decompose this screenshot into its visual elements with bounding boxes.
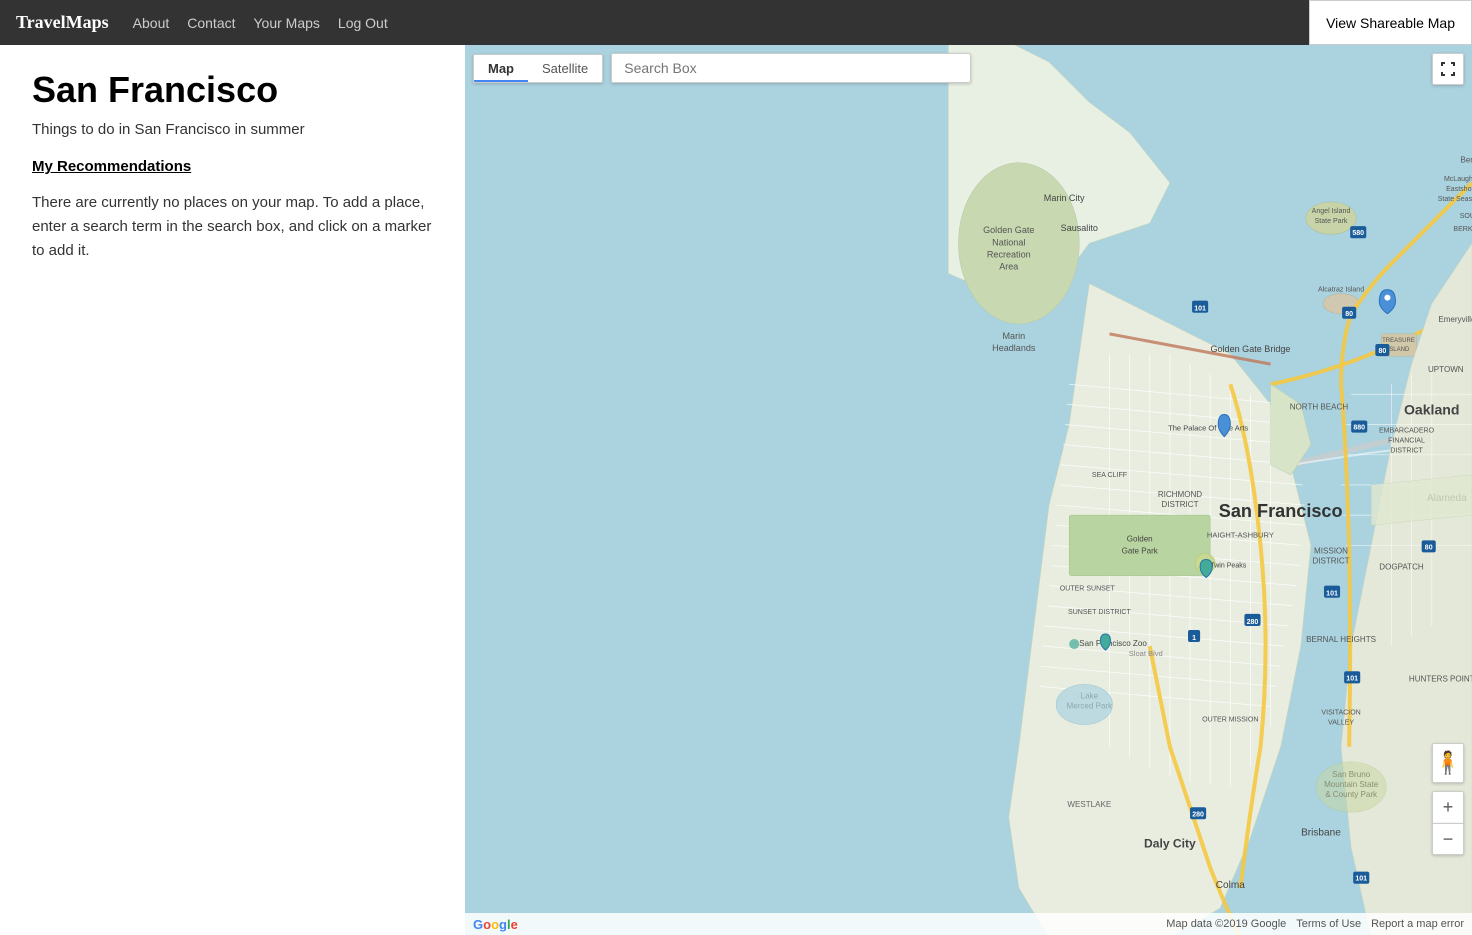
svg-text:RICHMOND: RICHMOND xyxy=(1158,490,1202,499)
svg-text:TREASURE: TREASURE xyxy=(1382,338,1415,344)
report-link[interactable]: Report a map error xyxy=(1371,918,1464,930)
map-title: San Francisco xyxy=(32,69,433,111)
street-view-button[interactable]: 🧍 xyxy=(1432,743,1464,783)
svg-text:DISTRICT: DISTRICT xyxy=(1312,557,1349,566)
map-subtitle: Things to do in San Francisco in summer xyxy=(32,121,433,138)
map-attribution: Map data ©2019 Google xyxy=(1166,918,1286,930)
nav-links: About Contact Your Maps Log Out xyxy=(133,15,388,31)
svg-text:1: 1 xyxy=(1192,635,1196,642)
svg-text:280: 280 xyxy=(1247,619,1259,626)
svg-text:Emeryville: Emeryville xyxy=(1438,315,1472,324)
svg-text:80: 80 xyxy=(1345,311,1353,318)
svg-text:Brisbane: Brisbane xyxy=(1301,827,1341,838)
empty-message: There are currently no places on your ma… xyxy=(32,191,433,263)
svg-text:OUTER MISSION: OUTER MISSION xyxy=(1202,717,1258,724)
svg-text:Eastshore: Eastshore xyxy=(1446,186,1472,193)
svg-text:OUTER SUNSET: OUTER SUNSET xyxy=(1060,586,1116,593)
svg-text:Sausalito: Sausalito xyxy=(1061,223,1098,233)
svg-text:Recreation: Recreation xyxy=(987,249,1031,259)
brand-logo: TravelMaps xyxy=(16,12,109,33)
footer-links: Map data ©2019 Google Terms of Use Repor… xyxy=(1166,918,1464,930)
svg-text:The Palace Of Fine Arts: The Palace Of Fine Arts xyxy=(1168,424,1248,433)
svg-text:280: 280 xyxy=(1192,811,1204,818)
logout-link[interactable]: Log Out xyxy=(338,15,388,31)
navbar: TravelMaps About Contact Your Maps Log O… xyxy=(0,0,1472,45)
svg-text:MISSION: MISSION xyxy=(1314,546,1348,555)
zoom-out-button[interactable]: − xyxy=(1432,823,1464,855)
svg-text:Marin City: Marin City xyxy=(1044,193,1085,203)
svg-text:State Seashore: State Seashore xyxy=(1438,196,1472,203)
svg-text:HUNTERS POINT: HUNTERS POINT xyxy=(1409,674,1472,683)
fullscreen-button[interactable] xyxy=(1432,53,1464,85)
svg-text:Oakland: Oakland xyxy=(1404,401,1460,417)
svg-text:WESTLAKE: WESTLAKE xyxy=(1067,800,1111,809)
map-type-buttons: Map Satellite xyxy=(473,54,603,83)
svg-text:McLaughlin: McLaughlin xyxy=(1444,176,1472,183)
map-container[interactable]: Golden Gate National Recreation Area xyxy=(465,45,1472,935)
svg-text:SOUTH: SOUTH xyxy=(1460,213,1472,220)
svg-text:101: 101 xyxy=(1355,876,1367,883)
svg-text:Marin: Marin xyxy=(1003,331,1026,341)
svg-text:UPTOWN: UPTOWN xyxy=(1428,365,1464,374)
svg-text:101: 101 xyxy=(1194,306,1206,313)
svg-text:SUNSET DISTRICT: SUNSET DISTRICT xyxy=(1068,609,1131,616)
svg-text:NORTH BEACH: NORTH BEACH xyxy=(1290,402,1349,411)
svg-text:VISITACION: VISITACION xyxy=(1321,710,1360,717)
svg-text:SEA CLIFF: SEA CLIFF xyxy=(1092,472,1128,479)
svg-text:DISTRICT: DISTRICT xyxy=(1161,500,1198,509)
map-button[interactable]: Map xyxy=(474,55,528,82)
satellite-button[interactable]: Satellite xyxy=(528,55,602,82)
svg-text:Golden Gate: Golden Gate xyxy=(983,225,1034,235)
svg-text:Area: Area xyxy=(999,261,1019,271)
your-maps-link[interactable]: Your Maps xyxy=(254,15,320,31)
svg-text:BERKELEY: BERKELEY xyxy=(1453,226,1472,233)
svg-text:BERNAL HEIGHTS: BERNAL HEIGHTS xyxy=(1306,635,1376,644)
svg-text:Angel Island: Angel Island xyxy=(1312,208,1351,215)
map-toolbar: Map Satellite xyxy=(465,45,1472,91)
svg-text:Daly City: Daly City xyxy=(1144,836,1196,850)
svg-text:880: 880 xyxy=(1353,425,1365,432)
zoom-controls: + − xyxy=(1432,791,1464,855)
zoom-in-button[interactable]: + xyxy=(1432,791,1464,823)
svg-text:HAIGHT-ASHBURY: HAIGHT-ASHBURY xyxy=(1207,530,1274,539)
recommendations-heading[interactable]: My Recommendations xyxy=(32,158,433,175)
svg-text:101: 101 xyxy=(1346,675,1358,682)
google-logo: Google xyxy=(473,917,518,932)
svg-text:Golden: Golden xyxy=(1127,534,1153,543)
svg-text:State Park: State Park xyxy=(1315,218,1348,225)
svg-text:80: 80 xyxy=(1378,348,1386,355)
svg-text:Headlands: Headlands xyxy=(992,343,1036,353)
terms-link[interactable]: Terms of Use xyxy=(1296,918,1361,930)
svg-text:San Francisco Zoo: San Francisco Zoo xyxy=(1079,639,1147,648)
svg-text:DISTRICT: DISTRICT xyxy=(1390,448,1423,455)
search-input[interactable] xyxy=(611,53,971,83)
share-button[interactable]: View Shareable Map xyxy=(1309,0,1472,45)
contact-link[interactable]: Contact xyxy=(187,15,235,31)
svg-text:Berk...: Berk... xyxy=(1460,156,1472,165)
main-layout: San Francisco Things to do in San Franci… xyxy=(0,45,1472,935)
svg-text:EMBARCADERO: EMBARCADERO xyxy=(1379,428,1435,435)
svg-text:DOGPATCH: DOGPATCH xyxy=(1379,563,1424,572)
svg-text:580: 580 xyxy=(1352,230,1364,237)
svg-text:Golden Gate Bridge: Golden Gate Bridge xyxy=(1210,344,1290,354)
svg-text:San Francisco: San Francisco xyxy=(1219,501,1343,521)
svg-text:ISLAND: ISLAND xyxy=(1388,347,1410,353)
svg-text:Sloat Blvd: Sloat Blvd xyxy=(1129,649,1163,658)
about-link[interactable]: About xyxy=(133,15,170,31)
svg-text:101: 101 xyxy=(1326,591,1338,598)
svg-text:Twin Peaks: Twin Peaks xyxy=(1210,563,1246,570)
map-background: Golden Gate National Recreation Area xyxy=(465,45,1472,935)
left-panel: San Francisco Things to do in San Franci… xyxy=(0,45,465,935)
svg-text:FINANCIAL: FINANCIAL xyxy=(1388,438,1425,445)
svg-text:VALLEY: VALLEY xyxy=(1328,720,1354,727)
map-footer: Google Map data ©2019 Google Terms of Us… xyxy=(465,913,1472,935)
svg-text:Alcatraz Island: Alcatraz Island xyxy=(1318,287,1364,294)
svg-text:80: 80 xyxy=(1425,544,1433,551)
svg-text:Gate Park: Gate Park xyxy=(1122,546,1159,555)
fullscreen-icon xyxy=(1440,61,1456,77)
svg-text:National: National xyxy=(992,237,1025,247)
svg-text:Colma: Colma xyxy=(1216,880,1245,891)
